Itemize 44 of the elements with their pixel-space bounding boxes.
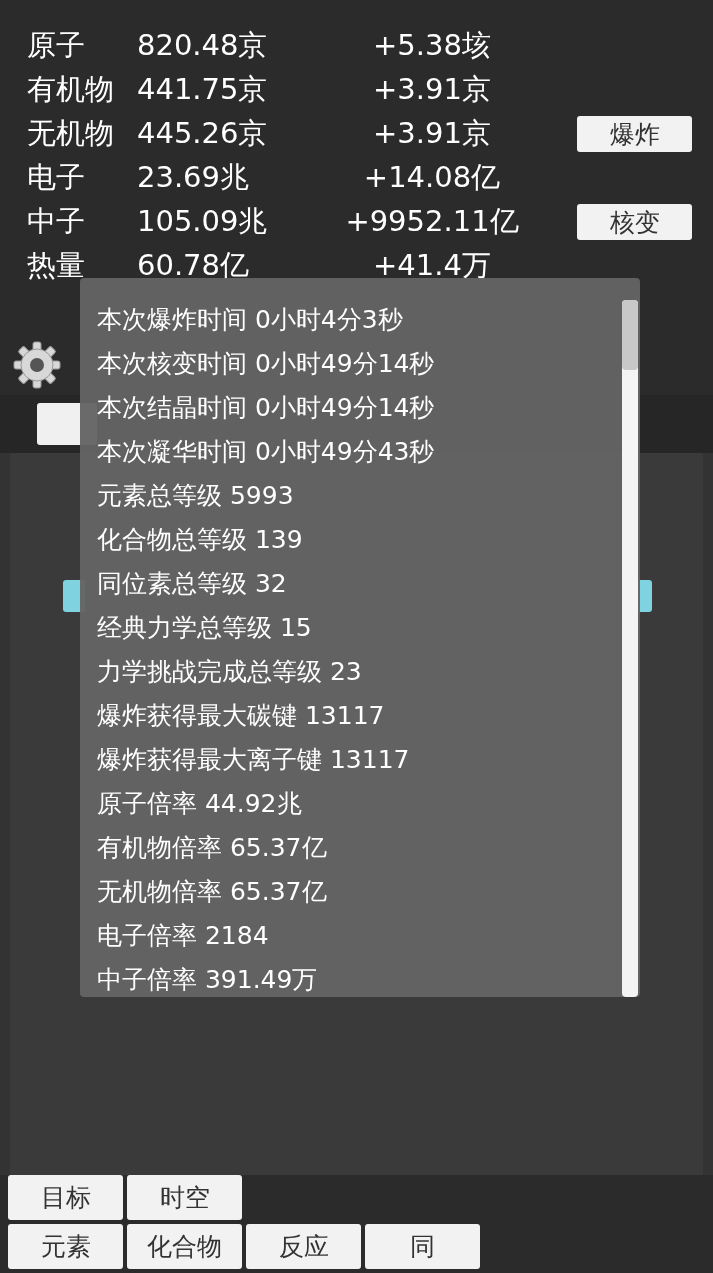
stat-line: 本次核变时间 0小时49分14秒 bbox=[97, 348, 435, 380]
stat-line: 力学挑战完成总等级 23 bbox=[97, 656, 362, 688]
action-button[interactable]: 核变 bbox=[577, 204, 692, 240]
stat-line: 中子倍率 391.49万 bbox=[97, 964, 318, 996]
resource-amount: 441.75京 bbox=[137, 71, 269, 108]
stat-line: 有机物倍率 65.37亿 bbox=[97, 832, 327, 864]
resource-rate: +9952.11亿 bbox=[344, 203, 520, 240]
stat-line: 元素总等级 5993 bbox=[97, 480, 294, 512]
stat-line: 本次爆炸时间 0小时4分3秒 bbox=[97, 304, 403, 336]
resource-rate: +41.4万 bbox=[372, 247, 492, 284]
resource-name: 热量 bbox=[27, 247, 86, 284]
stat-line: 化合物总等级 139 bbox=[97, 524, 303, 556]
stat-line: 本次结晶时间 0小时49分14秒 bbox=[97, 392, 435, 424]
resource-name: 原子 bbox=[27, 27, 86, 64]
resource-name: 中子 bbox=[27, 203, 86, 240]
stat-line: 原子倍率 44.92兆 bbox=[97, 788, 302, 820]
stat-line: 本次凝华时间 0小时49分43秒 bbox=[97, 436, 435, 468]
stat-line: 电子倍率 2184 bbox=[97, 920, 269, 952]
resource-rate: +14.08亿 bbox=[362, 159, 502, 196]
resource-rate: +3.91京 bbox=[372, 115, 492, 152]
nav-button[interactable]: 反应 bbox=[246, 1224, 361, 1269]
scrollbar[interactable] bbox=[622, 300, 638, 997]
resource-name: 无机物 bbox=[27, 115, 115, 152]
resource-amount: 23.69兆 bbox=[137, 159, 251, 196]
stat-line: 爆炸获得最大碳键 13117 bbox=[97, 700, 385, 732]
nav-button[interactable]: 元素 bbox=[8, 1224, 123, 1269]
stat-line: 经典力学总等级 15 bbox=[97, 612, 312, 644]
nav-button[interactable]: 同 bbox=[365, 1224, 480, 1269]
resource-amount: 60.78亿 bbox=[137, 247, 251, 284]
nav-button[interactable]: 时空 bbox=[127, 1175, 242, 1220]
resource-amount: 445.26京 bbox=[137, 115, 269, 152]
action-button[interactable]: 爆炸 bbox=[577, 116, 692, 152]
resource-rate: +3.91京 bbox=[372, 71, 492, 108]
resource-amount: 105.09兆 bbox=[137, 203, 269, 240]
resource-name: 电子 bbox=[27, 159, 86, 196]
resource-amount: 820.48京 bbox=[137, 27, 269, 64]
resource-name: 有机物 bbox=[27, 71, 115, 108]
settings-icon[interactable] bbox=[12, 340, 62, 390]
nav-button[interactable]: 目标 bbox=[8, 1175, 123, 1220]
stat-line: 爆炸获得最大离子键 13117 bbox=[97, 744, 410, 776]
stat-line: 同位素总等级 32 bbox=[97, 568, 287, 600]
resource-rate: +5.38垓 bbox=[372, 27, 492, 64]
nav-button[interactable]: 化合物 bbox=[127, 1224, 242, 1269]
stat-line: 无机物倍率 65.37亿 bbox=[97, 876, 327, 908]
